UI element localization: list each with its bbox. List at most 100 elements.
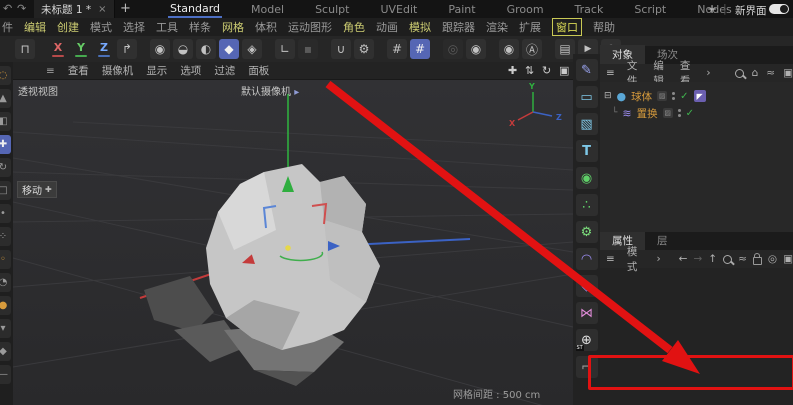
menu-mode[interactable]: 模式 — [90, 19, 112, 35]
pan-hand-icon[interactable]: ✚ — [508, 64, 517, 77]
layout-tab-sculpt[interactable]: Sculpt — [313, 2, 351, 17]
select-arrow-icon[interactable]: ▲ — [0, 89, 11, 108]
text-object-icon[interactable]: T — [575, 140, 598, 162]
enabled-check-icon[interactable]: ✓ — [686, 108, 694, 119]
points-mode-icon[interactable]: ◉ — [150, 39, 170, 59]
menu-extensions[interactable]: 扩展 — [519, 19, 541, 35]
menu-select[interactable]: 选择 — [123, 19, 145, 35]
om-home-icon[interactable]: ⌂ — [752, 67, 759, 79]
asset-browser-icon[interactable]: Ⓐ — [522, 39, 542, 59]
menu-edit[interactable]: 编辑 — [24, 19, 46, 35]
layout-tab-model[interactable]: Model — [249, 2, 286, 17]
menu-tools[interactable]: 工具 — [156, 19, 178, 35]
menu-character[interactable]: 角色 — [343, 19, 365, 35]
move-tool-icon[interactable]: ✚ — [0, 135, 11, 154]
render-region-icon[interactable]: ◎ — [443, 39, 463, 59]
enabled-check-icon[interactable]: ✓ — [680, 91, 688, 102]
instance-axis-icon[interactable]: ◇ — [575, 275, 598, 297]
tool-icon[interactable]: ◔ — [0, 273, 11, 292]
viewport-3d[interactable]: Y X Z ≡ 查看 摄像机 显示 选项 过滤 面板 ✚ ⇅ ↻ ▣ 透视视图 … — [13, 62, 574, 405]
menu-create[interactable]: 创建 — [57, 19, 79, 35]
menu-window[interactable]: 窗口 — [552, 18, 582, 36]
grid-snap-icon[interactable]: # — [387, 39, 407, 59]
om-menu-more-icon[interactable]: › — [706, 67, 710, 79]
om-popout-icon[interactable]: ▣ — [783, 67, 793, 79]
workplane-icon[interactable]: ⊓ — [15, 39, 35, 59]
magnet-snap-icon[interactable]: ∪ — [331, 39, 351, 59]
fracture-mode-icon[interactable]: ◈ — [242, 39, 262, 59]
menu-help[interactable]: 帮助 — [593, 19, 615, 35]
am-mode-more-icon[interactable]: › — [656, 253, 660, 265]
object-row-sphere[interactable]: ⊟ ● 球体 ▨ ✓ ◤ — [604, 88, 706, 104]
layout-tab-standard[interactable]: Standard — [168, 1, 223, 18]
object-name-sphere[interactable]: 球体 — [631, 89, 652, 104]
dolly-zoom-icon[interactable]: ⇅ — [525, 64, 534, 77]
menu-tracker[interactable]: 跟踪器 — [442, 19, 475, 35]
new-document-button[interactable]: + — [120, 0, 131, 18]
snap-settings-gear-icon[interactable]: ⚙ — [354, 39, 374, 59]
expand-icon[interactable]: ⊟ — [604, 91, 612, 101]
menu-volume[interactable]: 体积 — [255, 19, 277, 35]
viewport-hamburger-icon[interactable]: ≡ — [46, 65, 55, 77]
menu-render[interactable]: 渲染 — [486, 19, 508, 35]
tool-icon[interactable]: • — [0, 204, 11, 223]
layout-tab-uvedit[interactable]: UVEdit — [378, 2, 419, 17]
layout-tab-script[interactable]: Script — [632, 2, 668, 17]
menu-spline[interactable]: 样条 — [189, 19, 211, 35]
quantize-icon[interactable]: ▪ — [298, 39, 318, 59]
viewport-menu-display[interactable]: 显示 — [146, 63, 167, 78]
viewport-menu-view[interactable]: 查看 — [68, 63, 89, 78]
redo-icon[interactable]: ↷ — [17, 0, 26, 18]
menu-mograph[interactable]: 运动图形 — [288, 19, 332, 35]
spline-pen-icon[interactable]: ✎ — [575, 59, 598, 81]
am-search-icon[interactable] — [723, 254, 733, 264]
object-name-displacer[interactable]: 置换 — [637, 106, 658, 121]
viewport-menu-panel[interactable]: 面板 — [248, 63, 269, 78]
am-back-icon[interactable]: ← — [679, 253, 688, 265]
undo-icon[interactable]: ↶ — [3, 0, 12, 18]
partial-palette-icon[interactable]: ⌐ — [575, 356, 598, 378]
plane-primitive-icon[interactable]: ▭ — [575, 86, 598, 108]
edges-mode-icon[interactable]: ◒ — [173, 39, 193, 59]
am-lock-icon[interactable] — [752, 253, 762, 265]
maximize-view-icon[interactable]: ▣ — [559, 64, 569, 77]
am-target-icon[interactable]: ◎ — [768, 253, 777, 265]
om-filter-icon[interactable]: ≈ — [766, 67, 775, 79]
tool-icon[interactable]: — — [0, 365, 11, 384]
am-filter-icon[interactable]: ≈ — [738, 253, 747, 265]
rotate-tool-icon[interactable]: ↻ — [0, 158, 11, 177]
tab-layers[interactable]: 层 — [645, 231, 680, 250]
viewport-menu-filter[interactable]: 过滤 — [214, 63, 235, 78]
document-tab[interactable]: 未标题 1 * × — [34, 0, 115, 18]
add-layout-button[interactable]: + — [707, 2, 717, 16]
polygons-mode-icon[interactable]: ◐ — [196, 39, 216, 59]
am-hamburger-icon[interactable]: ≡ — [606, 253, 615, 265]
viewport-menu-camera[interactable]: 摄像机 — [102, 63, 134, 78]
edit-toggle-icon[interactable]: ▨ — [662, 108, 673, 118]
layout-tab-groom[interactable]: Groom — [505, 2, 546, 17]
am-popout-icon[interactable]: ▣ — [783, 253, 793, 265]
new-interface-toggle[interactable] — [769, 4, 789, 14]
cube-primitive-icon[interactable]: ▧ — [575, 113, 598, 135]
close-tab-icon[interactable]: × — [98, 4, 106, 15]
gizmo-center-dot[interactable] — [285, 245, 291, 251]
tool-icon[interactable]: ⁘ — [0, 227, 11, 246]
layout-tab-paint[interactable]: Paint — [446, 2, 477, 17]
scale-tool-icon[interactable]: □ — [0, 181, 11, 200]
menu-animate[interactable]: 动画 — [376, 19, 398, 35]
object-row-displacer[interactable]: └ ≋ 置换 ▨ ✓ — [612, 105, 694, 121]
tool-icon[interactable]: ◆ — [0, 342, 11, 361]
tool-icon[interactable]: ◧ — [0, 112, 11, 131]
viewport-menu-options[interactable]: 选项 — [180, 63, 201, 78]
rotate-view-icon[interactable]: ↻ — [542, 64, 551, 77]
scene-nodes-globe-icon[interactable]: ⊕ ST — [575, 329, 598, 351]
am-up-icon[interactable]: ↑ — [708, 253, 717, 265]
live-selection-icon[interactable]: ◌ — [0, 66, 11, 85]
symmetry-icon[interactable]: ⋈ — [575, 302, 598, 324]
cloner-icon[interactable]: ∴ — [575, 194, 598, 216]
tool-icon[interactable]: ● — [0, 296, 11, 315]
menu-simulate[interactable]: 模拟 — [409, 19, 431, 35]
visibility-dots[interactable] — [677, 109, 681, 117]
lock-x-axis-button[interactable]: X — [48, 39, 68, 59]
layout-tab-track[interactable]: Track — [573, 2, 606, 17]
